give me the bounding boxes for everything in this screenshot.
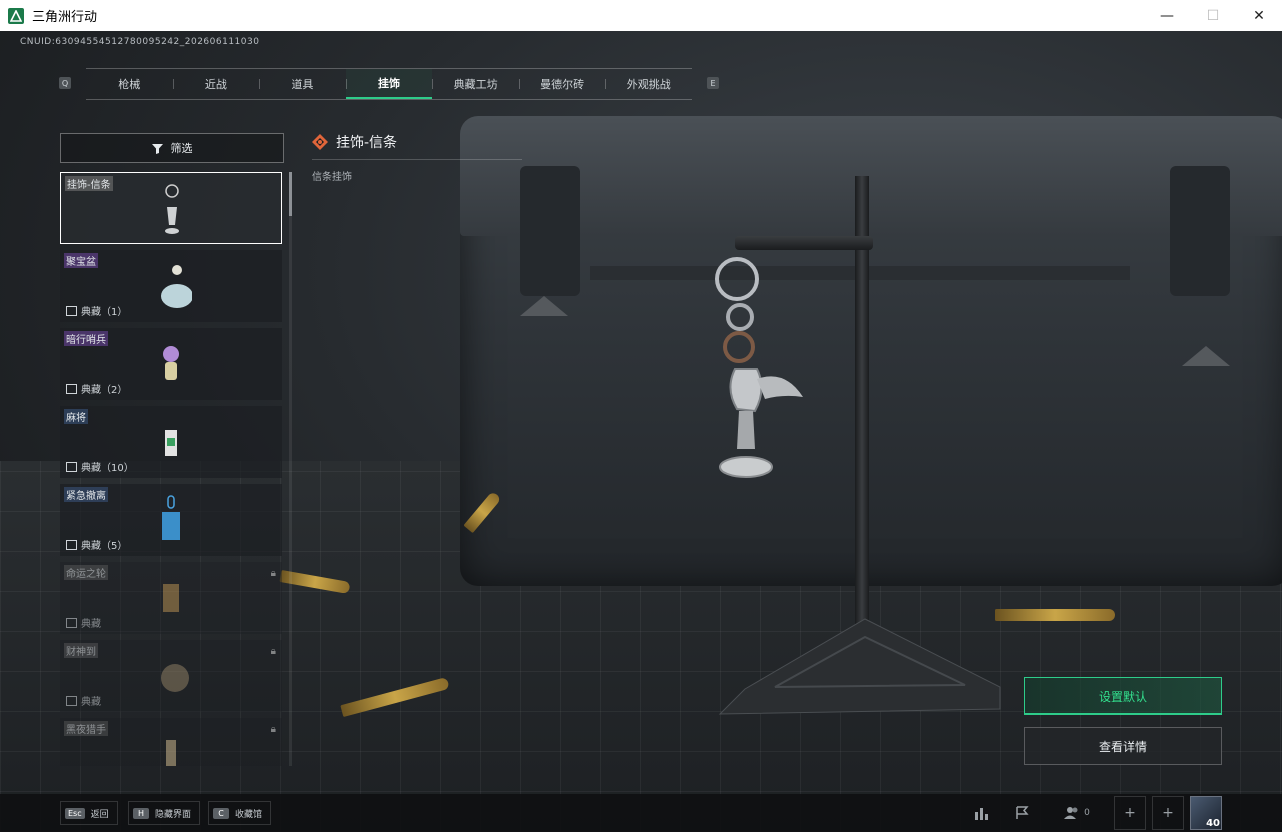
lock-icon: 🔒︎	[270, 568, 276, 579]
player-avatar[interactable]: 40	[1190, 796, 1222, 830]
charm-category-icon	[312, 134, 328, 150]
filter-label: 筛选	[170, 142, 193, 155]
charm-thumbnail	[163, 346, 179, 380]
lock-icon: 🔒︎	[270, 724, 276, 735]
collection-count: 典藏（10）	[66, 459, 134, 474]
charm-card[interactable]: 麻将 典藏（10）	[60, 406, 282, 478]
lock-icon: 🔒︎	[270, 646, 276, 657]
gallery-icon	[66, 695, 77, 706]
view-detail-button[interactable]: 查看详情	[1024, 727, 1222, 765]
gallery-icon	[66, 383, 77, 394]
window-title: 三角洲行动	[32, 10, 98, 25]
collection-count: 典藏	[66, 615, 101, 630]
tab-next-key-hint[interactable]: E	[707, 77, 719, 89]
tab-melee[interactable]: 近战	[172, 69, 260, 99]
tab-prev-key-hint[interactable]: Q	[59, 77, 71, 89]
add-slot-icon[interactable]: +	[1114, 796, 1146, 830]
charm-thumbnail	[163, 584, 179, 612]
stats-icon[interactable]	[964, 796, 1000, 830]
hint-label: 收藏馆	[235, 809, 263, 820]
charm-card[interactable]: 命运之轮 🔒︎ 典藏	[60, 562, 282, 634]
filter-icon	[151, 143, 163, 154]
minimize-button[interactable]: —	[1144, 0, 1190, 31]
back-hint-button[interactable]: Esc 返回	[60, 801, 118, 825]
gallery-icon	[66, 305, 77, 316]
hint-label: 返回	[90, 809, 109, 820]
list-scrollbar[interactable]	[289, 172, 292, 766]
weapon-crate	[460, 116, 1282, 586]
title-divider	[312, 159, 522, 160]
charm-name: 紧急撤离	[64, 487, 108, 502]
friends-icon	[1064, 807, 1078, 819]
charm-card[interactable]: 聚宝盆 典藏（1）	[60, 250, 282, 322]
key-badge: H	[133, 807, 149, 819]
friends-button[interactable]: 0	[1054, 796, 1100, 830]
charm-thumbnail	[162, 495, 180, 540]
charm-thumbnail	[161, 664, 189, 692]
category-tabs: 枪械 近战 道具 挂饰 典藏工坊 曼德尔砖 外观挑战	[86, 68, 692, 100]
charm-thumbnail	[165, 430, 177, 456]
gallery-icon	[66, 617, 77, 628]
tab-weapons[interactable]: 枪械	[86, 69, 173, 99]
collection-count: 典藏（5）	[66, 537, 127, 552]
collection-count: 典藏	[66, 693, 101, 708]
charm-card[interactable]: 挂饰-信条	[60, 172, 282, 244]
hint-label: 隐藏界面	[155, 809, 192, 820]
gallery-icon	[66, 461, 77, 472]
filter-button[interactable]: 筛选	[60, 133, 284, 163]
collection-hall-hint-button[interactable]: C 收藏馆	[208, 801, 272, 825]
charm-card[interactable]: 财神到 🔒︎ 典藏	[60, 640, 282, 712]
window-titlebar: 三角洲行动 — ☐ ✕	[0, 0, 1282, 32]
player-level: 40	[1206, 818, 1220, 829]
charm-card[interactable]: 紧急撤离 典藏（5）	[60, 484, 282, 556]
charm-name: 财神到	[64, 643, 98, 658]
player-uid: CNUID:63094554512780095242_202606111030	[20, 37, 260, 47]
tab-charms[interactable]: 挂饰	[345, 69, 433, 99]
charm-card[interactable]: 黑夜猎手 🔒︎	[60, 718, 282, 766]
charm-name: 麻将	[64, 409, 88, 424]
maximize-button[interactable]: ☐	[1190, 0, 1236, 31]
charm-name: 挂饰-信条	[65, 176, 113, 191]
charm-thumbnail	[161, 265, 192, 308]
tab-appearance-challenge[interactable]: 外观挑战	[605, 69, 692, 99]
item-title: 挂饰-信条	[312, 132, 397, 152]
charm-name: 聚宝盆	[64, 253, 98, 268]
charm-list: 挂饰-信条 聚宝盆 典藏（1） 暗行哨兵 典藏（2） 麻将 典藏（10） 紧急撤…	[60, 172, 284, 766]
tab-props[interactable]: 道具	[259, 69, 346, 99]
charm-thumbnail	[166, 740, 176, 766]
item-title-text: 挂饰-信条	[336, 135, 398, 151]
add-slot-icon[interactable]: +	[1152, 796, 1184, 830]
bullet-decor	[995, 609, 1115, 621]
charm-model	[715, 257, 803, 478]
charm-stand-arm	[735, 236, 873, 250]
flag-icon[interactable]	[1004, 796, 1040, 830]
charm-stand-base	[718, 618, 1001, 715]
app-logo-icon	[8, 7, 24, 24]
charm-name: 命运之轮	[64, 565, 108, 580]
charm-thumbnail	[165, 184, 179, 234]
charm-card[interactable]: 暗行哨兵 典藏（2）	[60, 328, 282, 400]
key-badge: C	[213, 807, 229, 819]
gallery-icon	[66, 539, 77, 550]
charm-name: 暗行哨兵	[64, 331, 108, 346]
tab-mandel-brick[interactable]: 曼德尔砖	[518, 69, 606, 99]
tab-collection-workshop[interactable]: 典藏工坊	[432, 69, 519, 99]
friends-count: 0	[1084, 808, 1090, 818]
hide-ui-hint-button[interactable]: H 隐藏界面	[128, 801, 201, 825]
key-badge: Esc	[65, 807, 85, 819]
collection-count: 典藏（2）	[66, 381, 127, 396]
charm-name: 黑夜猎手	[64, 721, 108, 736]
collection-count: 典藏（1）	[66, 303, 127, 318]
item-subtitle: 信条挂饰	[312, 172, 352, 183]
set-default-button[interactable]: 设置默认	[1024, 677, 1222, 715]
close-button[interactable]: ✕	[1236, 0, 1282, 31]
